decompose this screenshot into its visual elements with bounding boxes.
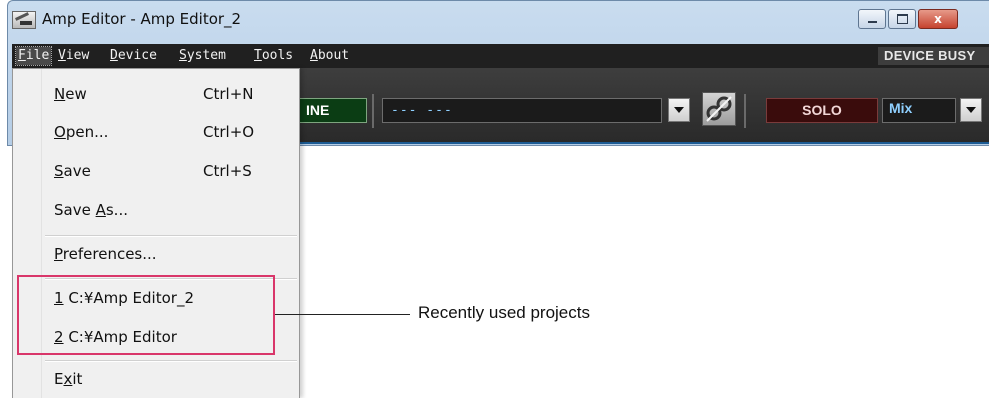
menu-tools[interactable]: Tools bbox=[252, 47, 295, 65]
toolbar-divider bbox=[372, 94, 374, 128]
window-title: Amp Editor - Amp Editor_2 bbox=[42, 10, 242, 28]
link-icon bbox=[706, 96, 732, 122]
menu-item-save-as[interactable]: Save As... bbox=[13, 197, 299, 225]
menu-view[interactable]: View bbox=[56, 47, 91, 65]
dropdown-arrow-icon bbox=[966, 107, 976, 113]
menu-item-exit[interactable]: Exit bbox=[13, 366, 299, 394]
menu-separator bbox=[45, 360, 297, 362]
minimize-icon bbox=[867, 21, 877, 23]
device-busy-status: DEVICE BUSY bbox=[878, 47, 989, 65]
maximize-icon bbox=[896, 14, 908, 24]
scene-dropdown-button[interactable] bbox=[668, 98, 690, 122]
menu-item-open[interactable]: Open... Ctrl+O bbox=[13, 119, 299, 147]
close-icon: x bbox=[934, 12, 942, 26]
online-indicator[interactable]: INE bbox=[297, 98, 367, 123]
shortcut-label: Ctrl+N bbox=[203, 85, 254, 103]
title-bar[interactable]: Amp Editor - Amp Editor_2 x bbox=[8, 1, 989, 43]
shortcut-label: Ctrl+S bbox=[203, 162, 252, 180]
menu-item-save[interactable]: Save Ctrl+S bbox=[13, 158, 299, 186]
shortcut-label: Ctrl+O bbox=[203, 123, 255, 141]
mix-dropdown-button[interactable] bbox=[960, 98, 982, 122]
menu-device[interactable]: Device bbox=[108, 47, 159, 65]
menu-system[interactable]: System bbox=[177, 47, 228, 65]
dropdown-arrow-icon bbox=[674, 107, 684, 113]
menu-about[interactable]: About bbox=[308, 47, 351, 65]
app-icon bbox=[12, 11, 36, 29]
toolbar-divider bbox=[744, 94, 746, 128]
scene-display[interactable]: --- --- bbox=[382, 98, 662, 123]
recent-projects-callout: Recently used projects bbox=[418, 303, 590, 322]
menu-item-new[interactable]: New Ctrl+N bbox=[13, 81, 299, 109]
callout-line bbox=[275, 314, 410, 315]
solo-button[interactable]: SOLO bbox=[766, 98, 878, 123]
close-button[interactable]: x bbox=[918, 9, 958, 29]
recent-projects-highlight bbox=[17, 275, 275, 355]
link-button[interactable] bbox=[702, 92, 736, 126]
menu-file[interactable]: File bbox=[14, 46, 53, 66]
mix-display[interactable]: Mix bbox=[882, 98, 956, 123]
menu-item-preferences[interactable]: Preferences... bbox=[13, 241, 299, 269]
menu-bar: File View Device System Tools About DEVI… bbox=[12, 44, 989, 68]
maximize-button[interactable] bbox=[888, 9, 916, 29]
minimize-button[interactable] bbox=[858, 9, 886, 29]
menu-separator bbox=[45, 235, 297, 237]
